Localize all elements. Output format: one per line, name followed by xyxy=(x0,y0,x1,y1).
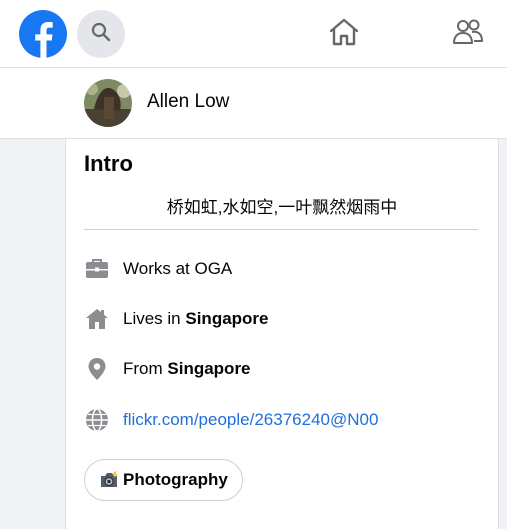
intro-title: Intro xyxy=(84,151,133,176)
home-button[interactable] xyxy=(326,16,362,52)
website-link[interactable]: flickr.com/people/26376240@N00 xyxy=(123,410,378,430)
work-text: Works at OGA xyxy=(123,259,233,278)
lives-prefix: Lives in xyxy=(123,309,186,328)
search-button[interactable] xyxy=(77,10,125,58)
from-place[interactable]: Singapore xyxy=(167,359,250,379)
house-icon xyxy=(84,306,110,332)
facebook-logo-icon[interactable] xyxy=(19,10,67,58)
lives-row: Lives in Singapore xyxy=(84,304,269,334)
from-row: From Singapore xyxy=(84,354,251,384)
avatar[interactable] xyxy=(84,79,132,127)
work-row: Works at OGA xyxy=(84,254,232,284)
website-row: flickr.com/people/26376240@N00 xyxy=(84,405,378,435)
briefcase-icon xyxy=(84,256,110,282)
home-icon xyxy=(328,17,360,52)
bio-text: 桥如虹,水如空,一叶飘然烟雨中 xyxy=(166,198,398,217)
globe-icon xyxy=(84,407,110,433)
friends-icon xyxy=(452,18,484,51)
top-nav-bar xyxy=(0,0,507,68)
friends-button[interactable] xyxy=(450,16,486,52)
hobby-chip-photography[interactable]: Photography xyxy=(84,459,243,501)
lives-place[interactable]: Singapore xyxy=(185,309,268,329)
intro-card: Intro 桥如虹,水如空,一叶飘然烟雨中 Works at OGA Lives… xyxy=(65,139,499,529)
hobby-label: Photography xyxy=(123,470,228,489)
location-pin-icon xyxy=(84,356,110,382)
search-icon xyxy=(91,22,111,47)
camera-flash-icon xyxy=(99,471,119,489)
profile-header: Allen Low xyxy=(0,68,507,139)
divider xyxy=(84,229,478,230)
from-prefix: From xyxy=(123,359,168,378)
profile-name[interactable]: Allen Low xyxy=(147,91,229,113)
